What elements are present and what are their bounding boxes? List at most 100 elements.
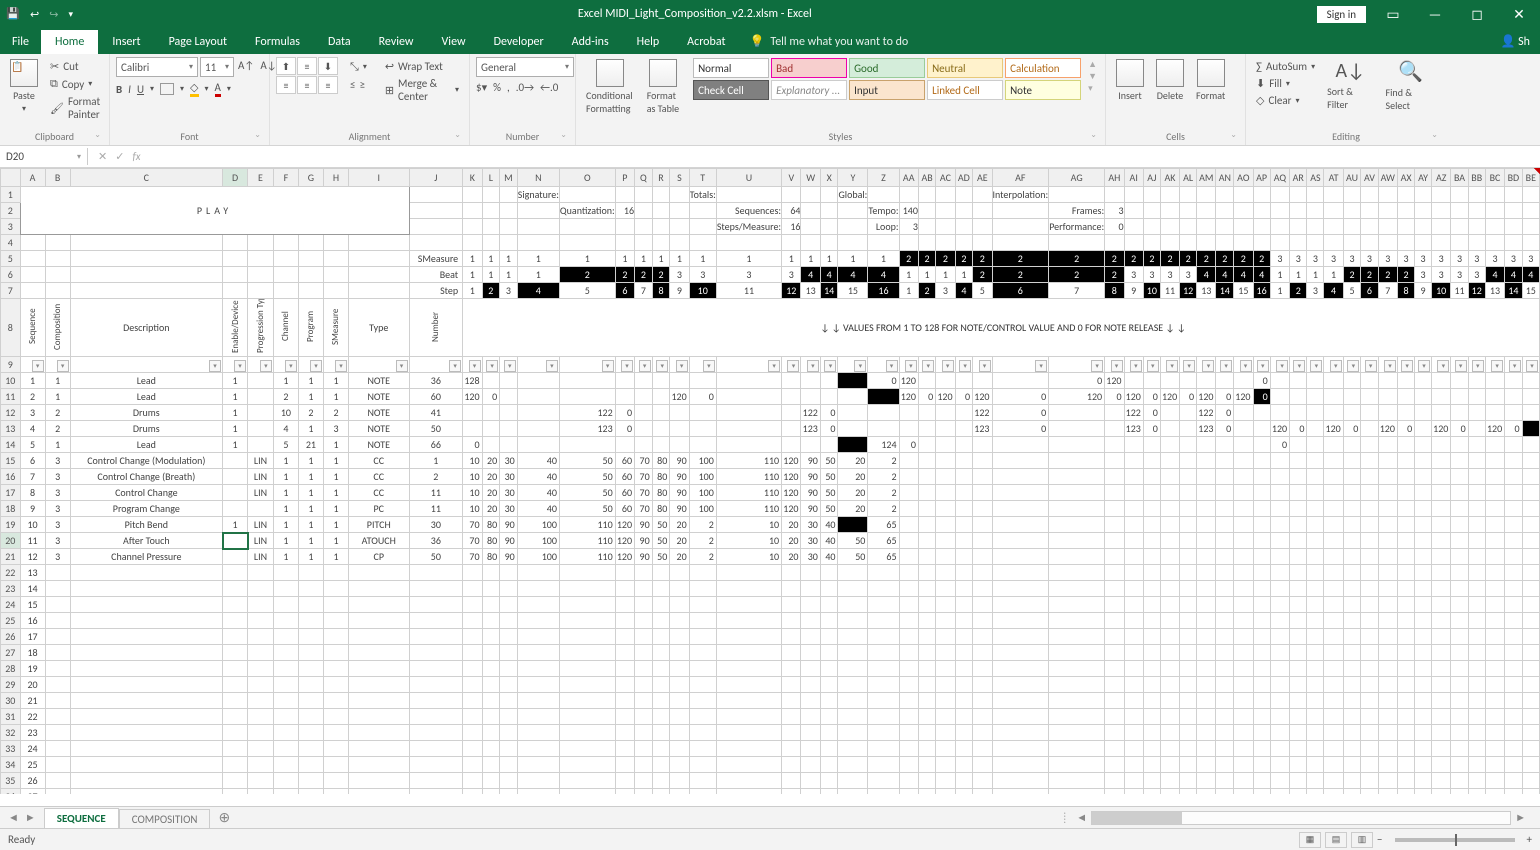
row-header[interactable]: 26 — [1, 629, 21, 645]
col-header[interactable]: N — [517, 169, 559, 187]
indent-inc-icon[interactable]: ≥ — [359, 78, 364, 91]
format-cells-button[interactable]: Format — [1192, 57, 1229, 104]
col-header[interactable]: V — [782, 169, 801, 187]
conditional-formatting-button[interactable]: Conditional Formatting — [582, 57, 639, 117]
filter-dropdown[interactable] — [1415, 357, 1432, 373]
filter-dropdown[interactable] — [70, 357, 222, 373]
filter-dropdown[interactable] — [463, 357, 482, 373]
filter-dropdown[interactable] — [1160, 357, 1179, 373]
tab-developer[interactable]: Developer — [480, 30, 558, 54]
styles-scroll-down-icon[interactable]: ▼ — [1088, 71, 1097, 82]
maximize-icon[interactable]: ◻ — [1462, 6, 1492, 23]
filter-dropdown[interactable] — [1522, 357, 1539, 373]
filter-dropdown[interactable] — [1432, 357, 1451, 373]
delete-cells-button[interactable]: Delete — [1152, 57, 1188, 104]
row-header[interactable]: 19 — [1, 517, 21, 533]
row-header[interactable]: 11 — [1, 389, 21, 405]
share-button[interactable]: 👤 Sh — [1491, 29, 1540, 54]
style-bad[interactable]: Bad — [771, 58, 847, 78]
accounting-icon[interactable]: $▾ — [476, 81, 487, 94]
font-name-select[interactable]: Calibri▾ — [116, 57, 198, 77]
filter-dropdown[interactable] — [20, 357, 45, 373]
col-header[interactable]: AD — [955, 169, 973, 187]
font-size-select[interactable]: 11▾ — [200, 57, 234, 77]
filter-dropdown[interactable] — [820, 357, 838, 373]
col-header[interactable]: AX — [1397, 169, 1414, 187]
col-header[interactable]: W — [801, 169, 820, 187]
col-header[interactable]: AP — [1253, 169, 1270, 187]
style-checkcell[interactable]: Check Cell — [693, 80, 769, 100]
ribbon-options-icon[interactable]: ▭ — [1378, 6, 1408, 23]
autosum-button[interactable]: ∑AutoSum▾ — [1254, 59, 1317, 74]
row-header[interactable]: 16 — [1, 469, 21, 485]
col-header[interactable]: D — [223, 169, 248, 187]
row-header[interactable]: 1 — [1, 187, 21, 203]
hscroll-right-icon[interactable]: ► — [1511, 811, 1530, 824]
col-header[interactable]: K — [463, 169, 482, 187]
row-header[interactable]: 25 — [1, 613, 21, 629]
sort-filter-button[interactable]: A↓Sort & Filter — [1323, 57, 1377, 113]
col-header[interactable]: AR — [1290, 169, 1307, 187]
styles-more-icon[interactable]: ▾ — [1088, 83, 1097, 94]
filter-dropdown[interactable] — [955, 357, 973, 373]
col-header[interactable]: AN — [1216, 169, 1234, 187]
filter-dropdown[interactable] — [936, 357, 955, 373]
row-header[interactable]: 20 — [1, 533, 21, 549]
sheet-tab-composition[interactable]: COMPOSITION — [119, 809, 211, 829]
col-header[interactable]: H — [323, 169, 348, 187]
row-header[interactable]: 13 — [1, 421, 21, 437]
filter-dropdown[interactable] — [517, 357, 559, 373]
align-right-icon[interactable]: ≡ — [318, 76, 338, 94]
row-header[interactable]: 14 — [1, 437, 21, 453]
horizontal-scrollbar[interactable] — [1091, 811, 1511, 825]
filter-dropdown[interactable] — [323, 357, 348, 373]
filter-dropdown[interactable] — [689, 357, 716, 373]
spreadsheet-grid[interactable]: ABCDEFGHIJKLMNOPQRSTUVWXYZAAABACADAEAFAG… — [0, 168, 1540, 794]
tab-view[interactable]: View — [428, 30, 480, 54]
tab-acrobat[interactable]: Acrobat — [673, 30, 739, 54]
row-header[interactable]: 18 — [1, 501, 21, 517]
fx-icon[interactable]: fx — [132, 150, 140, 163]
style-note[interactable]: Note — [1005, 80, 1081, 100]
row-header[interactable]: 4 — [1, 235, 21, 251]
filter-dropdown[interactable] — [1324, 357, 1343, 373]
format-painter-button[interactable]: 🖌Format Painter — [48, 94, 102, 122]
col-header[interactable]: AB — [918, 169, 935, 187]
col-header[interactable]: T — [689, 169, 716, 187]
italic-button[interactable]: I — [128, 83, 131, 96]
filter-dropdown[interactable] — [1397, 357, 1414, 373]
filter-dropdown[interactable] — [716, 357, 781, 373]
align-top-icon[interactable]: ⬆ — [276, 57, 296, 75]
row-header[interactable]: 28 — [1, 661, 21, 677]
filter-dropdown[interactable] — [1485, 357, 1504, 373]
hscroll-left-icon[interactable]: ◄ — [1072, 811, 1091, 824]
filter-dropdown[interactable] — [482, 357, 500, 373]
styles-scroll-up-icon[interactable]: ▲ — [1088, 59, 1097, 70]
filter-dropdown[interactable] — [782, 357, 801, 373]
inc-decimal-icon[interactable]: .0→ — [516, 81, 534, 94]
filter-dropdown[interactable] — [223, 357, 248, 373]
filter-dropdown[interactable] — [615, 357, 634, 373]
normal-view-icon[interactable]: ▦ — [1299, 832, 1321, 848]
row-header[interactable]: 12 — [1, 405, 21, 421]
col-header[interactable]: BC — [1485, 169, 1504, 187]
style-input[interactable]: Input — [849, 80, 925, 100]
name-box[interactable]: D20▾ — [0, 148, 88, 165]
align-middle-icon[interactable]: ≡ — [297, 57, 317, 75]
filter-dropdown[interactable] — [868, 357, 899, 373]
filter-dropdown[interactable] — [1290, 357, 1307, 373]
tab-data[interactable]: Data — [314, 30, 365, 54]
col-header[interactable]: AH — [1105, 169, 1124, 187]
tab-add-ins[interactable]: Add-ins — [558, 30, 623, 54]
file-tab[interactable]: File — [0, 30, 41, 54]
style-neutral[interactable]: Neutral — [927, 58, 1003, 78]
clear-button[interactable]: ◇Clear▾ — [1254, 93, 1317, 108]
merge-center-button[interactable]: ⊞Merge & Center▾ — [383, 76, 461, 104]
col-header[interactable]: Y — [838, 169, 868, 187]
row-header[interactable]: 34 — [1, 757, 21, 773]
tell-me[interactable]: 💡 Tell me what you want to do — [739, 29, 918, 54]
filter-dropdown[interactable] — [1216, 357, 1234, 373]
style-linkedcell[interactable]: Linked Cell — [927, 80, 1003, 100]
align-center-icon[interactable]: ≡ — [297, 76, 317, 94]
col-header[interactable]: G — [298, 169, 323, 187]
